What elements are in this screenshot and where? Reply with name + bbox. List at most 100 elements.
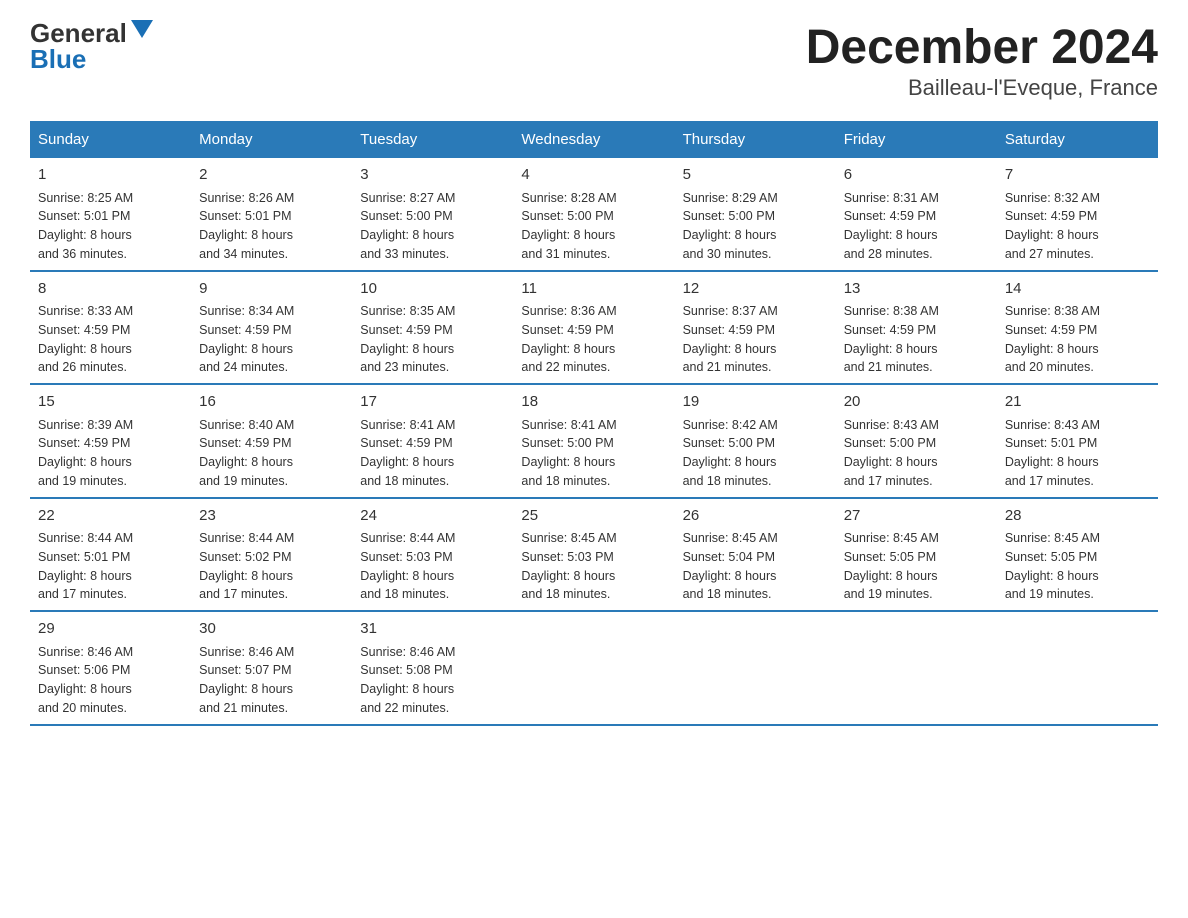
daylight-info: Daylight: 8 hoursand 20 minutes. (1005, 340, 1150, 378)
sunrise-info: Sunrise: 8:44 AM (38, 529, 183, 548)
sunset-info: Sunset: 5:04 PM (683, 548, 828, 567)
sunset-info: Sunset: 5:01 PM (38, 548, 183, 567)
sunset-info: Sunset: 5:01 PM (1005, 434, 1150, 453)
sunset-info: Sunset: 4:59 PM (360, 321, 505, 340)
day-number: 24 (360, 505, 505, 528)
day-number: 3 (360, 164, 505, 187)
sunset-info: Sunset: 5:05 PM (1005, 548, 1150, 567)
table-row: 13Sunrise: 8:38 AMSunset: 4:59 PMDayligh… (836, 271, 997, 385)
sunrise-info: Sunrise: 8:46 AM (360, 643, 505, 662)
sunrise-info: Sunrise: 8:38 AM (844, 302, 989, 321)
calendar-table: Sunday Monday Tuesday Wednesday Thursday… (30, 121, 1158, 726)
table-row: 22Sunrise: 8:44 AMSunset: 5:01 PMDayligh… (30, 498, 191, 612)
calendar-week-row: 29Sunrise: 8:46 AMSunset: 5:06 PMDayligh… (30, 611, 1158, 725)
calendar-week-row: 15Sunrise: 8:39 AMSunset: 4:59 PMDayligh… (30, 384, 1158, 498)
col-header-sunday: Sunday (30, 121, 191, 158)
sunset-info: Sunset: 5:01 PM (38, 207, 183, 226)
day-number: 30 (199, 618, 344, 641)
title-section: December 2024 Bailleau-l'Eveque, France (806, 20, 1158, 101)
daylight-info: Daylight: 8 hoursand 26 minutes. (38, 340, 183, 378)
sunrise-info: Sunrise: 8:35 AM (360, 302, 505, 321)
daylight-info: Daylight: 8 hoursand 17 minutes. (844, 453, 989, 491)
day-number: 11 (521, 278, 666, 301)
calendar-header-row: Sunday Monday Tuesday Wednesday Thursday… (30, 121, 1158, 158)
sunrise-info: Sunrise: 8:46 AM (199, 643, 344, 662)
table-row: 5Sunrise: 8:29 AMSunset: 5:00 PMDaylight… (675, 158, 836, 271)
day-number: 27 (844, 505, 989, 528)
daylight-info: Daylight: 8 hoursand 33 minutes. (360, 226, 505, 264)
sunrise-info: Sunrise: 8:45 AM (683, 529, 828, 548)
sunrise-info: Sunrise: 8:32 AM (1005, 189, 1150, 208)
sunset-info: Sunset: 4:59 PM (1005, 321, 1150, 340)
table-row: 27Sunrise: 8:45 AMSunset: 5:05 PMDayligh… (836, 498, 997, 612)
sunrise-info: Sunrise: 8:43 AM (1005, 416, 1150, 435)
day-number: 9 (199, 278, 344, 301)
sunset-info: Sunset: 5:07 PM (199, 661, 344, 680)
sunrise-info: Sunrise: 8:27 AM (360, 189, 505, 208)
logo-arrow-icon (131, 20, 153, 38)
day-number: 4 (521, 164, 666, 187)
daylight-info: Daylight: 8 hoursand 22 minutes. (521, 340, 666, 378)
col-header-thursday: Thursday (675, 121, 836, 158)
table-row (997, 611, 1158, 725)
daylight-info: Daylight: 8 hoursand 30 minutes. (683, 226, 828, 264)
col-header-wednesday: Wednesday (513, 121, 674, 158)
table-row: 12Sunrise: 8:37 AMSunset: 4:59 PMDayligh… (675, 271, 836, 385)
sunset-info: Sunset: 5:03 PM (521, 548, 666, 567)
sunrise-info: Sunrise: 8:36 AM (521, 302, 666, 321)
day-number: 21 (1005, 391, 1150, 414)
sunrise-info: Sunrise: 8:46 AM (38, 643, 183, 662)
daylight-info: Daylight: 8 hoursand 19 minutes. (38, 453, 183, 491)
table-row (513, 611, 674, 725)
daylight-info: Daylight: 8 hoursand 31 minutes. (521, 226, 666, 264)
table-row: 11Sunrise: 8:36 AMSunset: 4:59 PMDayligh… (513, 271, 674, 385)
logo-blue-text: Blue (30, 46, 86, 72)
day-number: 28 (1005, 505, 1150, 528)
daylight-info: Daylight: 8 hoursand 21 minutes. (199, 680, 344, 718)
table-row: 2Sunrise: 8:26 AMSunset: 5:01 PMDaylight… (191, 158, 352, 271)
table-row (836, 611, 997, 725)
table-row: 31Sunrise: 8:46 AMSunset: 5:08 PMDayligh… (352, 611, 513, 725)
sunset-info: Sunset: 4:59 PM (844, 321, 989, 340)
sunrise-info: Sunrise: 8:43 AM (844, 416, 989, 435)
sunrise-info: Sunrise: 8:25 AM (38, 189, 183, 208)
daylight-info: Daylight: 8 hoursand 28 minutes. (844, 226, 989, 264)
table-row (675, 611, 836, 725)
day-number: 8 (38, 278, 183, 301)
table-row: 3Sunrise: 8:27 AMSunset: 5:00 PMDaylight… (352, 158, 513, 271)
daylight-info: Daylight: 8 hoursand 17 minutes. (38, 567, 183, 605)
logo: General Blue (30, 20, 153, 72)
table-row: 16Sunrise: 8:40 AMSunset: 4:59 PMDayligh… (191, 384, 352, 498)
table-row: 18Sunrise: 8:41 AMSunset: 5:00 PMDayligh… (513, 384, 674, 498)
location-label: Bailleau-l'Eveque, France (806, 75, 1158, 101)
table-row: 29Sunrise: 8:46 AMSunset: 5:06 PMDayligh… (30, 611, 191, 725)
day-number: 1 (38, 164, 183, 187)
day-number: 7 (1005, 164, 1150, 187)
day-number: 13 (844, 278, 989, 301)
table-row: 7Sunrise: 8:32 AMSunset: 4:59 PMDaylight… (997, 158, 1158, 271)
table-row: 25Sunrise: 8:45 AMSunset: 5:03 PMDayligh… (513, 498, 674, 612)
daylight-info: Daylight: 8 hoursand 22 minutes. (360, 680, 505, 718)
sunrise-info: Sunrise: 8:31 AM (844, 189, 989, 208)
daylight-info: Daylight: 8 hoursand 24 minutes. (199, 340, 344, 378)
day-number: 29 (38, 618, 183, 641)
day-number: 18 (521, 391, 666, 414)
sunset-info: Sunset: 4:59 PM (38, 321, 183, 340)
sunset-info: Sunset: 4:59 PM (683, 321, 828, 340)
sunrise-info: Sunrise: 8:41 AM (521, 416, 666, 435)
day-number: 14 (1005, 278, 1150, 301)
daylight-info: Daylight: 8 hoursand 18 minutes. (360, 567, 505, 605)
sunrise-info: Sunrise: 8:41 AM (360, 416, 505, 435)
table-row: 8Sunrise: 8:33 AMSunset: 4:59 PMDaylight… (30, 271, 191, 385)
sunrise-info: Sunrise: 8:40 AM (199, 416, 344, 435)
col-header-saturday: Saturday (997, 121, 1158, 158)
sunset-info: Sunset: 4:59 PM (360, 434, 505, 453)
table-row: 14Sunrise: 8:38 AMSunset: 4:59 PMDayligh… (997, 271, 1158, 385)
calendar-week-row: 8Sunrise: 8:33 AMSunset: 4:59 PMDaylight… (30, 271, 1158, 385)
table-row: 1Sunrise: 8:25 AMSunset: 5:01 PMDaylight… (30, 158, 191, 271)
sunrise-info: Sunrise: 8:39 AM (38, 416, 183, 435)
table-row: 9Sunrise: 8:34 AMSunset: 4:59 PMDaylight… (191, 271, 352, 385)
table-row: 6Sunrise: 8:31 AMSunset: 4:59 PMDaylight… (836, 158, 997, 271)
daylight-info: Daylight: 8 hoursand 20 minutes. (38, 680, 183, 718)
sunrise-info: Sunrise: 8:28 AM (521, 189, 666, 208)
